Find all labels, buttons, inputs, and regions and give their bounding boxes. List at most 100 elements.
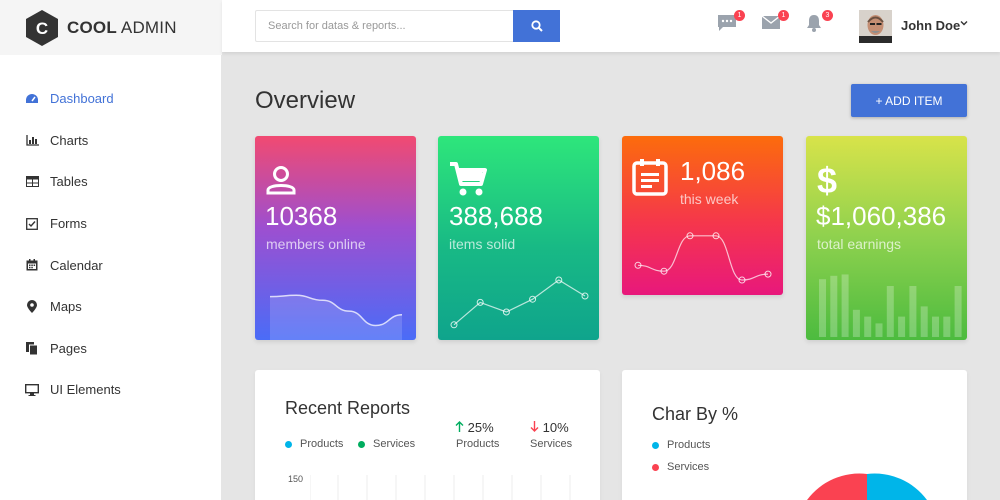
legend-label: Products	[667, 439, 711, 451]
user-icon	[266, 166, 296, 195]
stat-label: Products	[456, 438, 500, 450]
stat-card-earnings: $ $1,060,386 total earnings	[806, 136, 967, 340]
sidebar-item-forms[interactable]: Forms	[0, 203, 221, 245]
legend-services: Services	[358, 438, 415, 450]
bar	[932, 316, 939, 337]
y-axis-tick: 150	[288, 474, 304, 484]
search-input[interactable]	[255, 10, 513, 42]
sidebar-item-label: UI Elements	[50, 382, 121, 398]
series-line	[453, 279, 586, 326]
checkbox-icon	[24, 217, 40, 231]
bar	[886, 286, 894, 337]
stat-products-change: 25%	[455, 420, 494, 435]
recent-reports-panel: Recent Reports Products Services 25% Pro…	[255, 370, 600, 500]
stat-label: Services	[530, 438, 573, 450]
bell-icon	[807, 15, 821, 32]
arrow-up-icon	[455, 421, 464, 432]
sidebar-item-charts[interactable]: Charts	[0, 120, 221, 162]
report-grid	[310, 475, 571, 500]
sidebar-item-label: Tables	[50, 174, 88, 190]
earnings-bar-chart	[819, 274, 962, 337]
sidebar-item-pages[interactable]: Pages	[0, 328, 221, 370]
sidebar-item-label: Calendar	[50, 257, 103, 273]
char-by-panel: Char By % Products Services	[622, 370, 967, 500]
top-header: 1 1 3 John Doe	[222, 0, 1000, 52]
map-marker-icon	[24, 300, 40, 314]
card-value: 388,688	[449, 201, 543, 231]
sidebar-item-maps[interactable]: Maps	[0, 286, 221, 328]
card-value: 10368	[265, 201, 338, 231]
notifications-badge: 3	[822, 10, 833, 21]
page-title: Overview	[255, 87, 356, 114]
svg-text:$: $	[817, 162, 837, 198]
bar	[920, 306, 928, 337]
sidebar-item-ui-elements[interactable]: UI Elements	[0, 369, 221, 411]
bar-chart-icon	[24, 133, 40, 147]
legend-label: Services	[373, 438, 416, 450]
dashboard-icon	[24, 92, 40, 106]
desktop-icon	[24, 383, 40, 397]
chevron-down-icon[interactable]	[960, 19, 968, 27]
bar	[943, 316, 951, 337]
series-line	[637, 235, 769, 281]
card-value: 1,086	[680, 156, 746, 186]
calendar-icon	[24, 258, 40, 272]
user-photo-icon	[859, 10, 892, 43]
card-label: this week	[680, 191, 739, 207]
donut-slice-services	[807, 473, 867, 500]
messages-badge: 1	[734, 10, 745, 21]
copy-icon	[24, 341, 40, 355]
bar	[841, 274, 849, 337]
bar	[898, 316, 906, 337]
stat-value: 10%	[542, 420, 569, 435]
card-value: $1,060,386	[816, 201, 947, 231]
table-icon	[24, 175, 40, 189]
sidebar-item-calendar[interactable]: Calendar	[0, 244, 221, 286]
mail-button[interactable]: 1	[761, 10, 789, 36]
sidebar-item-dashboard[interactable]: Dashboard	[0, 78, 221, 120]
legend-label: Products	[300, 438, 344, 450]
legend-dot	[358, 440, 365, 448]
legend-dot	[652, 441, 659, 449]
calendar-note-icon	[632, 159, 668, 196]
items-sparkline	[450, 276, 589, 329]
mail-badge: 1	[778, 10, 789, 21]
legend-services: Services	[652, 461, 709, 473]
legend-dot	[285, 440, 292, 448]
brand-name: COOL ADMIN	[67, 18, 177, 38]
legend-label: Services	[667, 461, 710, 473]
arrow-down-icon	[530, 421, 539, 432]
sidebar-item-tables[interactable]: Tables	[0, 161, 221, 203]
search-button[interactable]	[513, 10, 560, 42]
donut-slice-products	[867, 473, 927, 500]
cart-icon	[450, 162, 487, 196]
bar	[875, 323, 883, 337]
bar	[954, 286, 962, 337]
legend-dot	[652, 463, 659, 471]
series-area	[270, 295, 402, 340]
bar	[852, 309, 860, 337]
sidebar-item-label: Charts	[50, 132, 89, 148]
sidebar-item-label: Maps	[50, 299, 82, 315]
svg-text:C: C	[36, 19, 48, 38]
brand-name-light: ADMIN	[116, 17, 177, 37]
brand-logo[interactable]: C COOL ADMIN	[0, 0, 222, 55]
legend-products: Products	[285, 438, 343, 450]
card-label: members online	[266, 236, 366, 252]
avatar[interactable]	[859, 10, 892, 43]
user-name[interactable]: John Doe	[901, 18, 960, 33]
legend-products: Products	[652, 439, 710, 451]
sidebar-item-label: Dashboard	[50, 91, 114, 107]
panel-title: Char By %	[652, 404, 739, 424]
members-sparkline	[269, 294, 403, 340]
donut-chart	[807, 473, 927, 500]
panel-title: Recent Reports	[285, 398, 411, 418]
sidebar-item-label: Pages	[50, 340, 87, 356]
messages-button[interactable]: 1	[717, 10, 745, 36]
search-icon	[530, 20, 543, 32]
add-item-button[interactable]: + ADD ITEM	[851, 84, 967, 117]
notifications-button[interactable]: 3	[805, 10, 833, 36]
stat-services-change: 10%	[530, 420, 569, 435]
week-sparkline	[634, 232, 772, 284]
bar	[819, 279, 826, 337]
